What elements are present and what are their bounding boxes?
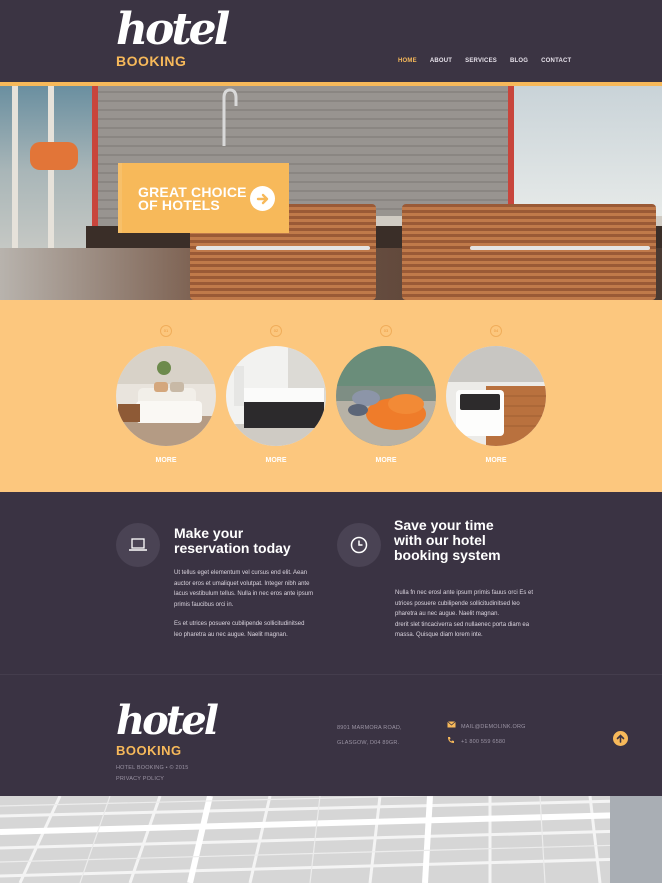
laptop-icon (116, 523, 160, 567)
faucet-icon (222, 88, 238, 146)
arrow-up-icon (616, 734, 625, 743)
cta-line2: OF HOTELS (138, 197, 220, 213)
feature-title: with our hotel (394, 532, 486, 548)
nav-about[interactable]: ABOUT (430, 58, 452, 64)
feature-text: leo pharetra au nec augue. Naelit magnan… (174, 631, 288, 638)
features-section: Make your reservation today Ut tellus eg… (0, 492, 662, 674)
feature-text: Es et utrices posuere cubilipende sollic… (174, 621, 305, 627)
footer-logo-word: BOOKING (116, 743, 182, 758)
service-item: 04 MORE (446, 300, 546, 492)
nav-services[interactable]: SERVICES (465, 58, 497, 64)
service-number: 03 (380, 325, 392, 337)
phone-icon (447, 736, 455, 746)
feature-text: lacus vestibulum tellus. Nulla in nec er… (174, 591, 314, 597)
feature-text: Nulla fn nec erosl ante ipsum primis fau… (395, 590, 534, 596)
privacy-policy-link[interactable]: PRIVACY POLICY (116, 776, 164, 782)
location-map[interactable] (0, 796, 662, 883)
hero-banner (0, 86, 662, 300)
feature-text: auctor eros et umaliquet volutpat. Integ… (174, 580, 310, 587)
service-item: 01 MORE (116, 300, 216, 492)
address-line: GLASGOW, D04 89GR. (337, 740, 400, 746)
footer-logo-script: hotel (116, 697, 219, 744)
clock-icon (337, 523, 381, 567)
main-nav: HOME ABOUT SERVICES BLOG CONTACT (398, 58, 584, 64)
service-more-link[interactable]: MORE (116, 457, 216, 464)
feature-text: utrices posuere cubilipende sollicitudin… (395, 600, 520, 607)
service-number: 04 (490, 325, 502, 337)
feature-text: drerit slet tincaciverra sed nullaenec p… (395, 621, 530, 628)
service-more-link[interactable]: MORE (446, 457, 546, 464)
service-item: 02 MORE (226, 300, 326, 492)
services-band: 01 MORE 02 MORE 03 MORE 04 MORE (0, 300, 662, 492)
service-more-link[interactable]: MORE (336, 457, 436, 464)
hero-stool (402, 204, 656, 300)
service-more-link[interactable]: MORE (226, 457, 326, 464)
nav-blog[interactable]: BLOG (510, 58, 528, 64)
email-link[interactable]: MAIL@DEMOLINK.ORG (461, 724, 526, 730)
feature-text: primis faucibus orci in. (174, 601, 234, 608)
service-image-bathtub[interactable] (446, 346, 546, 446)
logo-script: hotel (116, 4, 230, 55)
service-image-lounge[interactable] (336, 346, 436, 446)
footer-logo[interactable]: hotel BOOKING (116, 701, 236, 761)
cta-great-choice[interactable]: GREAT CHOICE OF HOTELS (118, 163, 289, 233)
site-header: hotel BOOKING HOME ABOUT SERVICES BLOG C… (0, 0, 662, 82)
feature-text: Ut tellus eget elementum vel cursus end … (174, 570, 308, 576)
service-image-bathroom[interactable] (226, 346, 326, 446)
service-number: 01 (160, 325, 172, 337)
logo-word: BOOKING (116, 53, 187, 69)
feature-text: massa. Quisque diam lorem inte. (395, 632, 483, 638)
site-footer: hotel BOOKING HOTEL BOOKING • © 2015 PRI… (0, 674, 662, 796)
service-number: 02 (270, 325, 282, 337)
logo[interactable]: hotel BOOKING (116, 8, 236, 70)
back-to-top-button[interactable] (613, 731, 628, 746)
nav-home[interactable]: HOME (398, 58, 417, 64)
service-image-living-room[interactable] (116, 346, 216, 446)
feature-title: reservation today (174, 540, 291, 556)
feature-title: booking system (394, 547, 501, 563)
feature-title: Make your (174, 525, 244, 541)
envelope-icon (447, 721, 456, 730)
feature-title: Save your time (394, 517, 494, 533)
address-line: 8901 MARMORA ROAD, (337, 725, 402, 731)
service-item: 03 MORE (336, 300, 436, 492)
arrow-right-icon[interactable] (250, 186, 275, 211)
nav-contact[interactable]: CONTACT (541, 58, 571, 64)
feature-text: pharetra au nec augue. Naelit magnan. (395, 611, 500, 617)
copyright: HOTEL BOOKING • © 2015 (116, 765, 189, 771)
phone-number: +1 800 559 6580 (461, 739, 506, 745)
